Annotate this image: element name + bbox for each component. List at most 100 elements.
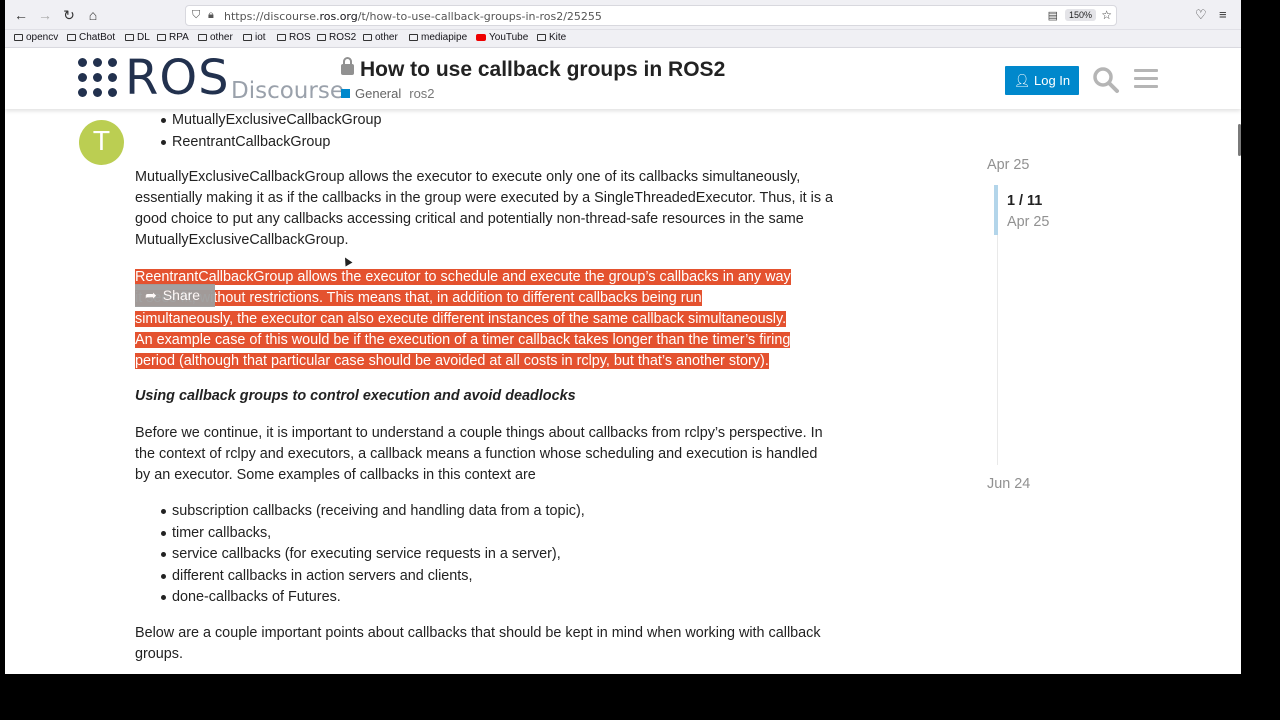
bookmark-label: other bbox=[375, 32, 398, 43]
user-icon: 👤︎ bbox=[1013, 73, 1034, 88]
highlighted-line: period (although that particular case sh… bbox=[135, 353, 769, 369]
bookmark-ros2[interactable]: ROS2 bbox=[317, 32, 356, 43]
shield-icon[interactable]: ⛉ bbox=[192, 9, 200, 22]
category-color-badge bbox=[341, 89, 350, 98]
bookmark-label: DL bbox=[137, 32, 150, 43]
search-icon[interactable] bbox=[1092, 66, 1120, 94]
list-item: subscription callbacks (receiving and ha… bbox=[135, 501, 585, 523]
folder-icon bbox=[363, 34, 372, 41]
back-arrow-icon[interactable]: ← bbox=[12, 6, 30, 24]
timeline-post-count: 1 / 11 bbox=[1007, 193, 1043, 209]
bookmark-ros[interactable]: ROS bbox=[277, 32, 311, 43]
log-in-label: Log In bbox=[1033, 73, 1071, 88]
bookmark-label: iot bbox=[255, 32, 266, 43]
folder-icon bbox=[243, 34, 252, 41]
bookmark-mediapipe[interactable]: mediapipe bbox=[409, 32, 467, 43]
timeline-start-date[interactable]: Apr 25 bbox=[987, 157, 1029, 173]
timeline-current-date: Apr 25 bbox=[1007, 214, 1050, 230]
bookmarks-toolbar: opencv ChatBot DL RPA other iot ROS ROS2 other me… bbox=[5, 30, 1241, 48]
bookmark-youtube[interactable]: YouTube bbox=[476, 32, 528, 43]
pocket-icon[interactable]: ♡ bbox=[1195, 7, 1207, 23]
folder-icon bbox=[157, 34, 166, 41]
lock-icon[interactable]: 🔒︎ bbox=[208, 9, 214, 22]
topic-category-row: General ros2 bbox=[341, 86, 435, 101]
callback-group-type-list: MutuallyExclusiveCallbackGroup ReentrantC… bbox=[135, 110, 382, 153]
list-item: MutuallyExclusiveCallbackGroup bbox=[135, 110, 382, 132]
highlighted-line: An example case of this would be if the … bbox=[135, 332, 791, 348]
bookmark-label: ChatBot bbox=[79, 32, 116, 43]
topic-title-text[interactable]: How to use callback groups in ROS2 bbox=[360, 58, 725, 81]
highlighted-line: ReentrantCallbackGroup allows the execut… bbox=[135, 269, 791, 285]
screen-border bbox=[1241, 0, 1280, 720]
list-item: service callbacks (for executing service… bbox=[135, 544, 585, 566]
topic-title[interactable]: How to use callback groups in ROS2 bbox=[341, 57, 725, 82]
list-item: ReentrantCallbackGroup bbox=[135, 132, 382, 154]
callback-examples-list: subscription callbacks (receiving and ha… bbox=[135, 501, 585, 609]
avatar[interactable]: T bbox=[79, 120, 124, 165]
paragraph-mutex: MutuallyExclusiveCallbackGroup allows th… bbox=[135, 169, 834, 248]
bookmark-label: other bbox=[210, 32, 233, 43]
reload-icon[interactable]: ↻ bbox=[60, 6, 78, 24]
share-arrow-icon: ➦ bbox=[145, 287, 157, 303]
bookmark-kite[interactable]: Kite bbox=[537, 32, 566, 43]
list-item: different callbacks in action servers an… bbox=[135, 566, 585, 588]
site-header: ROS Discourse How to use callback groups… bbox=[5, 48, 1241, 109]
folder-icon bbox=[277, 34, 286, 41]
bookmark-label: Kite bbox=[549, 32, 567, 43]
url-bar[interactable]: ⛉ 🔒︎ https://discourse.ros.org/t/how-to-… bbox=[185, 5, 1117, 26]
youtube-icon bbox=[476, 34, 486, 41]
closed-lock-icon bbox=[341, 57, 354, 75]
folder-icon bbox=[14, 34, 23, 41]
log-in-button[interactable]: 👤︎ Log In bbox=[1005, 66, 1079, 95]
share-label: Share bbox=[162, 287, 201, 303]
home-icon[interactable]: ⌂ bbox=[84, 6, 102, 24]
bookmark-opencv[interactable]: opencv bbox=[14, 32, 58, 43]
bookmark-label: ROS2 bbox=[329, 32, 357, 43]
browser-window: ← → ↻ ⌂ ⛉ 🔒︎ https://discourse.ros.org/t… bbox=[5, 0, 1241, 674]
folder-icon bbox=[198, 34, 207, 41]
section-heading: Using callback groups to control executi… bbox=[135, 388, 576, 404]
paragraph-before-continue: Before we continue, it is important to u… bbox=[135, 425, 823, 483]
app-menu-icon[interactable]: ≡ bbox=[1219, 7, 1227, 22]
reader-view-icon[interactable]: ▤ bbox=[1048, 9, 1058, 22]
bookmark-dl[interactable]: DL bbox=[125, 32, 150, 43]
mouse-cursor-icon bbox=[341, 255, 353, 267]
url-text: https://discourse.ros.org/t/how-to-use-c… bbox=[224, 10, 602, 23]
bookmark-other[interactable]: other bbox=[363, 32, 398, 43]
folder-icon bbox=[537, 34, 546, 41]
folder-icon bbox=[67, 34, 76, 41]
list-item: timer callbacks, bbox=[135, 523, 585, 545]
zoom-level-badge[interactable]: 150% bbox=[1064, 9, 1096, 21]
folder-icon bbox=[125, 34, 134, 41]
timeline-scroll-handle[interactable] bbox=[994, 185, 998, 235]
ros-logo-dots-icon[interactable] bbox=[78, 58, 118, 98]
bookmark-label: ROS bbox=[289, 32, 311, 43]
bookmark-label: YouTube bbox=[489, 32, 529, 43]
category-link-general[interactable]: General bbox=[355, 86, 401, 101]
ros-logo-text[interactable]: ROS bbox=[125, 52, 230, 104]
list-item: done-callbacks of Futures. bbox=[135, 587, 585, 609]
highlighted-line: simultaneously, the executor can also ex… bbox=[135, 311, 787, 327]
topic-post: T MutuallyExclusiveCallbackGroup Reentran… bbox=[5, 109, 985, 674]
browser-toolbar: ← → ↻ ⌂ ⛉ 🔒︎ https://discourse.ros.org/t… bbox=[5, 0, 1241, 30]
bookmark-label: mediapipe bbox=[421, 32, 468, 43]
discourse-logo-text[interactable]: Discourse bbox=[231, 78, 344, 104]
forward-arrow-icon[interactable]: → bbox=[36, 6, 54, 24]
quote-share-button[interactable]: ➦ Share bbox=[135, 284, 215, 307]
bookmark-iot[interactable]: iot bbox=[243, 32, 266, 43]
paragraph-below: Below are a couple important points abou… bbox=[135, 625, 821, 662]
highlighted-line: it sees fit, without restrictions. This … bbox=[135, 290, 702, 306]
bookmark-other[interactable]: other bbox=[198, 32, 233, 43]
timeline-end-date[interactable]: Jun 24 bbox=[987, 476, 1030, 492]
paragraph-reentrant-highlighted: ReentrantCallbackGroup allows the execut… bbox=[135, 267, 835, 372]
bookmark-rpa[interactable]: RPA bbox=[157, 32, 189, 43]
folder-icon bbox=[409, 34, 418, 41]
tag-link-ros2[interactable]: ros2 bbox=[409, 86, 434, 101]
topic-timeline: Apr 25 1 / 11 Apr 25 Jun 24 bbox=[985, 109, 1185, 674]
folder-icon bbox=[317, 34, 326, 41]
bookmark-chatbot[interactable]: ChatBot bbox=[67, 32, 115, 43]
bookmark-label: RPA bbox=[169, 32, 189, 43]
bookmark-label: opencv bbox=[26, 32, 59, 43]
hamburger-menu-icon[interactable] bbox=[1134, 68, 1158, 90]
bookmark-star-icon[interactable]: ☆ bbox=[1101, 8, 1112, 22]
